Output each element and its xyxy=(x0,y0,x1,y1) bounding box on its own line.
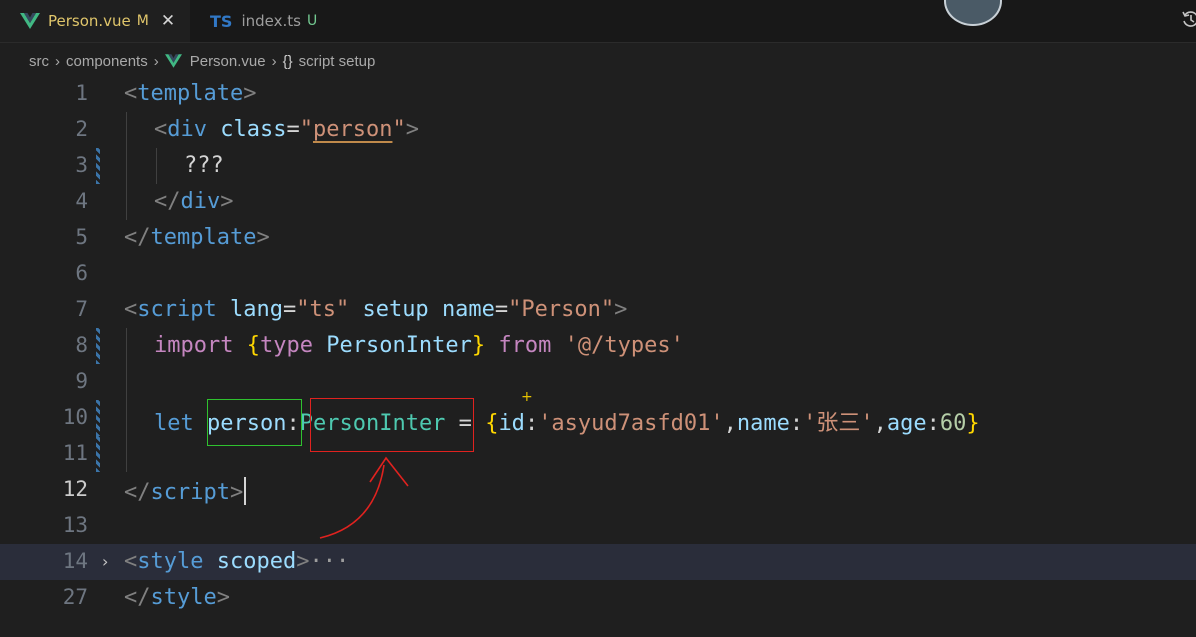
modified-badge: M xyxy=(136,13,149,29)
line-number: 27 xyxy=(62,585,88,609)
line-content: ??? xyxy=(184,153,224,178)
line-content: </template> xyxy=(124,225,270,250)
untracked-badge: U xyxy=(306,13,318,29)
annotation-green-box xyxy=(207,399,302,446)
chevron-right-icon[interactable]: › xyxy=(102,552,108,571)
git-modified-indicator xyxy=(96,436,100,472)
annotation-arrow-icon xyxy=(319,456,409,539)
tab-person-vue[interactable]: Person.vue M ✕ xyxy=(0,0,190,42)
code-line[interactable]: 8 import {type PersonInter} from '@/type… xyxy=(0,328,1196,364)
code-line[interactable]: 4 </div> xyxy=(0,184,1196,220)
line-number: 3 xyxy=(75,153,88,177)
line-number: 12 xyxy=(62,477,88,501)
line-number: 11 xyxy=(62,441,88,465)
vue-icon xyxy=(20,13,40,29)
code-line[interactable]: 1 <template> xyxy=(0,76,1196,112)
line-number: 4 xyxy=(75,189,88,213)
code-line[interactable]: 5 </template> xyxy=(0,220,1196,256)
git-modified-indicator xyxy=(96,400,100,436)
typescript-icon: TS xyxy=(210,11,233,31)
line-number: 7 xyxy=(75,297,88,321)
code-line[interactable]: 9 xyxy=(0,364,1196,400)
plus-marker: + xyxy=(521,389,533,405)
text-cursor xyxy=(244,477,247,505)
breadcrumb-item-file[interactable]: Person.vue xyxy=(190,53,266,70)
line-content: </style> xyxy=(124,585,230,610)
line-number: 8 xyxy=(75,333,88,357)
chevron-right-icon: › xyxy=(55,52,60,70)
code-line[interactable]: 13 xyxy=(0,508,1196,544)
code-line[interactable]: 7 <script lang="ts" setup name="Person"> xyxy=(0,292,1196,328)
line-number: 13 xyxy=(62,513,88,537)
code-line[interactable]: 27 </style> xyxy=(0,580,1196,616)
git-modified-indicator xyxy=(96,328,100,364)
line-content: import {type PersonInter} from '@/types' xyxy=(154,333,684,358)
tab-index-ts[interactable]: TS index.ts U xyxy=(190,0,340,42)
code-line[interactable]: 3 ??? xyxy=(0,148,1196,184)
avatar xyxy=(944,0,1002,26)
chevron-right-icon: › xyxy=(271,52,277,70)
code-line[interactable]: 11 xyxy=(0,436,1196,472)
line-number: 9 xyxy=(75,369,88,393)
close-icon[interactable]: ✕ xyxy=(161,11,175,31)
line-content: <script lang="ts" setup name="Person"> xyxy=(124,297,628,322)
code-line[interactable]: 6 xyxy=(0,256,1196,292)
line-number: 1 xyxy=(75,81,88,105)
line-number: 10 xyxy=(62,405,88,429)
code-line-current[interactable]: 12 </script> xyxy=(0,472,1196,508)
chevron-right-icon: › xyxy=(153,52,159,70)
tab-label: index.ts xyxy=(241,12,301,30)
breadcrumb-item-components[interactable]: components xyxy=(66,53,148,70)
line-content: <div class="person"> xyxy=(154,117,419,142)
braces-icon: {} xyxy=(282,52,293,70)
breadcrumb-item-symbol[interactable]: script setup xyxy=(299,53,376,70)
git-modified-indicator xyxy=(96,148,100,184)
tab-label: Person.vue xyxy=(48,12,131,30)
code-line[interactable]: 10 let person:PersonInter = {id:'asyud7a… xyxy=(0,400,1196,436)
line-number: 2 xyxy=(75,117,88,141)
vue-icon xyxy=(164,54,182,68)
line-content: <template> xyxy=(124,81,257,106)
breadcrumb: src › components › Person.vue › {} scrip… xyxy=(29,50,375,72)
line-content: <style scoped>··· xyxy=(124,549,350,574)
line-number: 14 xyxy=(62,549,88,573)
line-content: </script> xyxy=(124,477,247,505)
line-number: 6 xyxy=(75,261,88,285)
code-editor[interactable]: 1 <template> 2 <div class="person"> 3 ??… xyxy=(0,76,1196,637)
editor-tab-bar: Person.vue M ✕ TS index.ts U xyxy=(0,0,1196,43)
line-content: </div> xyxy=(154,189,234,214)
folded-ellipsis: ··· xyxy=(309,549,350,574)
line-number: 5 xyxy=(75,225,88,249)
code-line[interactable]: 2 <div class="person"> xyxy=(0,112,1196,148)
breadcrumb-item-src[interactable]: src xyxy=(29,53,49,70)
code-line-folded[interactable]: 14 › <style scoped>··· xyxy=(0,544,1196,580)
history-icon[interactable] xyxy=(1181,10,1196,28)
